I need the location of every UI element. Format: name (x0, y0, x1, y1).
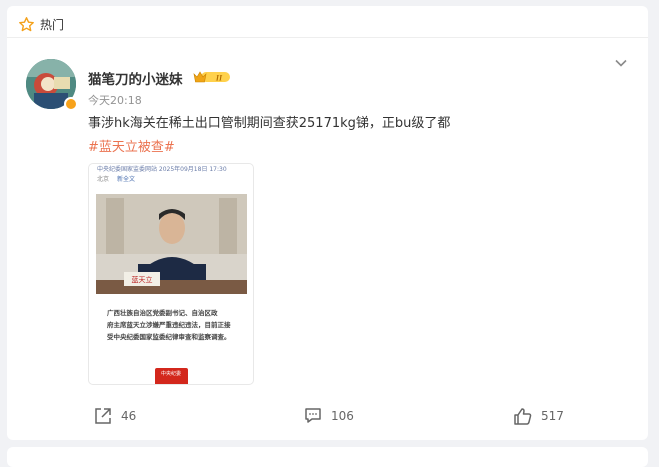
post-text: 事涉hk海关在稀土出口管制期间查获25171kg锑，正bu级了都 (88, 116, 451, 131)
thumbs-up-icon (514, 408, 532, 425)
caption-line: 府主席蓝天立涉嫌严重违纪违法，目前正接 (107, 321, 231, 329)
next-post-card (7, 447, 648, 467)
image-read-full: 新全文 (117, 176, 136, 183)
post-time[interactable]: 今天20:18 (88, 92, 142, 108)
username[interactable]: 猫笔刀的小迷妹 (88, 68, 183, 88)
star-icon (19, 17, 34, 32)
image-source-header: 中央纪委国家监委网站 2025年09月18日 17:30 (97, 166, 227, 173)
verified-badge-icon (64, 97, 78, 111)
member-level-text: II (215, 74, 223, 83)
post-image[interactable]: 中央纪委国家监委网站 2025年09月18日 17:30 北京 新全文 蓝天立 … (88, 163, 254, 385)
image-caption: 广西壮族自治区党委副书记、自治区政 府主席蓝天立涉嫌严重违纪违法，目前正接 受中… (107, 307, 237, 343)
hot-section-header: 热门 (7, 6, 648, 38)
nameplate-text: 蓝天立 (132, 275, 153, 284)
caption-line: 广西壮族自治区党委副书记、自治区政 (107, 309, 218, 317)
chevron-down-icon[interactable] (614, 56, 628, 70)
comment-icon (305, 408, 321, 423)
image-place: 北京 (97, 176, 110, 183)
hot-section-label: 热门 (40, 18, 65, 32)
post-card: 猫笔刀的小迷妹 II 今天20:18 事涉hk海关在稀土出口管制期间查获2517… (7, 38, 648, 440)
caption-line: 受中央纪委国家监委纪律审查和监察调查。 (107, 333, 231, 341)
topic-link[interactable]: #蓝天立被查# (88, 136, 175, 155)
comment-count: 106 (331, 409, 354, 423)
logo-stamp-text: 中央纪委 (161, 371, 182, 377)
member-level-badge-icon[interactable]: II (193, 70, 231, 84)
official-photo: 蓝天立 (96, 194, 247, 294)
like-count: 517 (541, 409, 564, 423)
repost-count: 46 (121, 409, 137, 423)
share-icon (95, 408, 111, 424)
